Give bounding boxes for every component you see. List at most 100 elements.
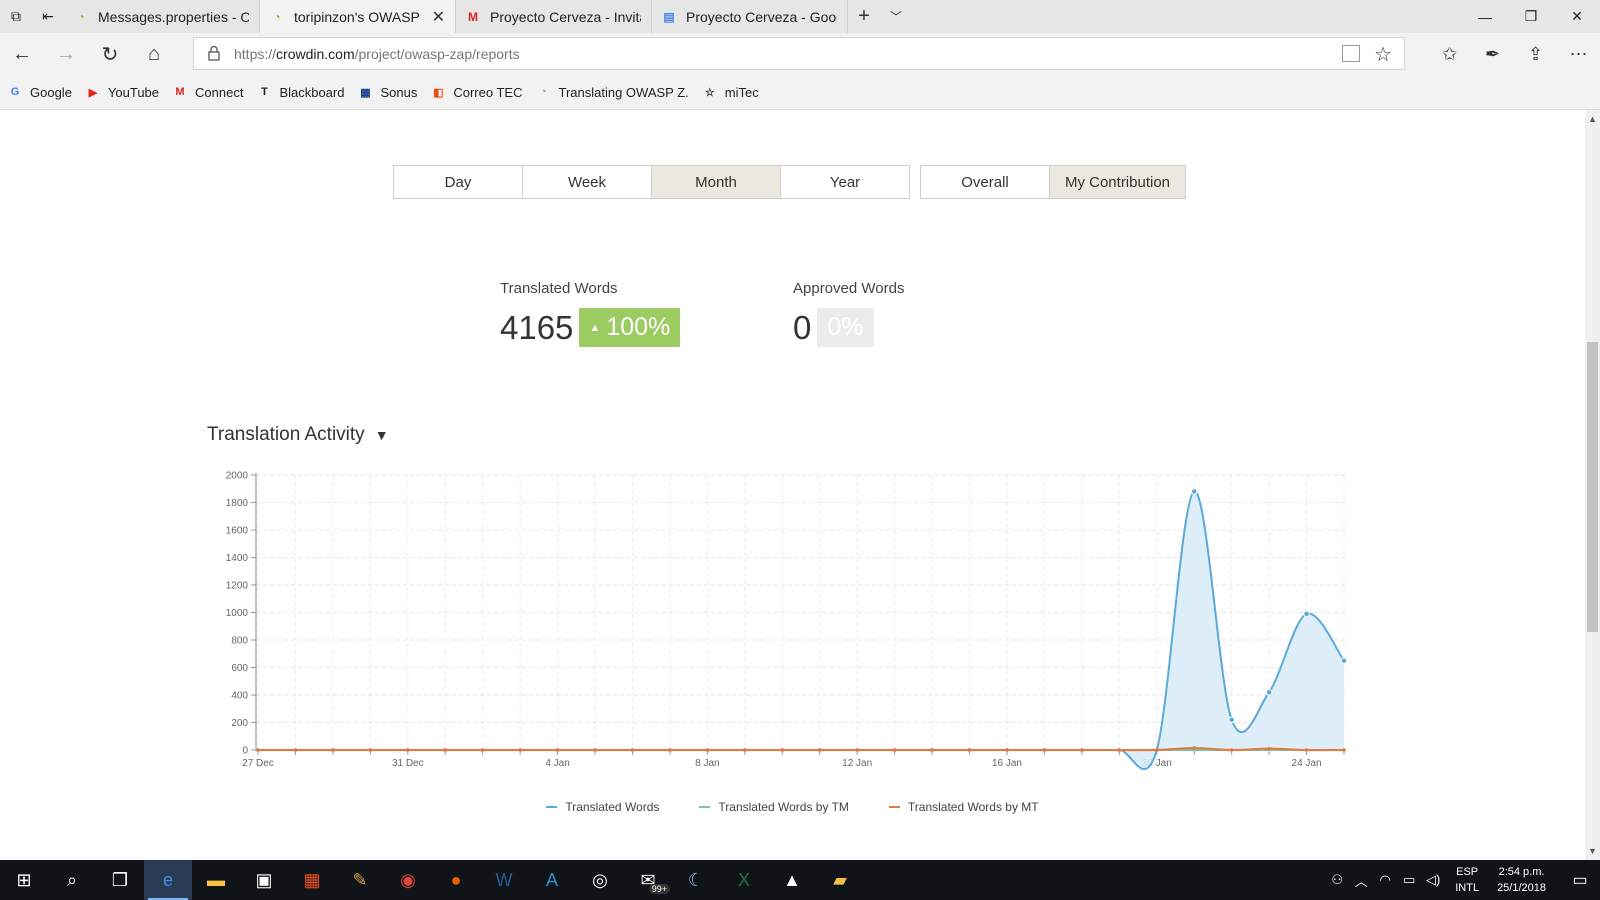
scrollbar-thumb[interactable] bbox=[1587, 342, 1598, 632]
address-bar[interactable]: https://crowdin.com/project/owasp-zap/re… bbox=[193, 37, 1405, 70]
file-explorer-icon[interactable]: ▬ bbox=[192, 860, 240, 900]
legend-label: Translated Words bbox=[565, 800, 660, 814]
scroll-down-icon[interactable]: ▼ bbox=[1588, 846, 1597, 856]
favorite-label: Google bbox=[30, 84, 72, 100]
youtube-icon: ▶ bbox=[88, 86, 98, 99]
close-tab-icon[interactable]: ✕ bbox=[432, 7, 445, 27]
translated-words-by-mt-point bbox=[293, 748, 298, 752]
people-icon[interactable]: ⚇ bbox=[1325, 872, 1349, 888]
favorites-bar: G Google ▶ YouTube M Connect T Blackboard ▦ Sonus… bbox=[0, 75, 1600, 110]
close-window-icon[interactable]: ✕ bbox=[1554, 0, 1600, 33]
paint-icon[interactable]: ✎ bbox=[336, 860, 384, 900]
translated-words-by-mt-point bbox=[1229, 748, 1234, 752]
mail-icon[interactable]: ✉ 99+ bbox=[624, 860, 672, 900]
legend-item[interactable]: Translated Words by MT bbox=[888, 800, 1039, 814]
refresh-icon[interactable]: ↻ bbox=[88, 33, 132, 75]
scope-button[interactable]: My Contribution bbox=[1049, 165, 1186, 199]
translated-words-by-mt-point bbox=[480, 748, 485, 752]
legend-item[interactable]: Translated Words by TM bbox=[699, 800, 849, 814]
task-view-icon[interactable]: ❐ bbox=[96, 860, 144, 900]
scope-button[interactable]: Overall bbox=[920, 165, 1050, 199]
favorite-item[interactable]: ☆ miTec bbox=[703, 85, 759, 100]
x-tick-label: 12 Jan bbox=[842, 758, 872, 769]
favorite-item[interactable]: ◧ Correo TEC bbox=[431, 85, 522, 100]
browser-tab[interactable]: ◔ Messages.properties - OWA bbox=[64, 0, 260, 33]
x-tick-label: 27 Dec bbox=[242, 758, 274, 769]
favorite-label: Blackboard bbox=[279, 84, 345, 100]
scroll-up-icon[interactable]: ▲ bbox=[1588, 114, 1597, 124]
favorite-item[interactable]: M Connect bbox=[173, 85, 243, 100]
translated-words-point bbox=[1340, 657, 1348, 664]
translated-words-by-mt-point bbox=[555, 748, 560, 752]
media-icon[interactable]: ◎ bbox=[576, 860, 624, 900]
period-button[interactable]: Month bbox=[651, 165, 781, 199]
forward-icon[interactable]: → bbox=[44, 33, 88, 75]
office-icon[interactable]: ▦ bbox=[288, 860, 336, 900]
wifi-icon[interactable]: ◠ bbox=[1373, 872, 1397, 888]
favorite-item[interactable]: ▶ YouTube bbox=[86, 85, 159, 100]
action-center-icon[interactable]: ▭ bbox=[1560, 870, 1600, 890]
crowdin-icon: ◔ bbox=[77, 9, 85, 24]
edge-legacy-icon[interactable]: ☾ bbox=[672, 860, 720, 900]
favorite-item[interactable]: G Google bbox=[8, 85, 72, 100]
input-language[interactable]: ESP INTL bbox=[1455, 864, 1479, 896]
approved-words-label: Approved Words bbox=[793, 280, 905, 297]
set-aside-tabs-icon[interactable]: ⇤ bbox=[32, 0, 64, 33]
arduino-icon[interactable]: A bbox=[528, 860, 576, 900]
folder-icon[interactable]: ▰ bbox=[816, 860, 864, 900]
photos-icon[interactable]: ▲ bbox=[768, 860, 816, 900]
battery-icon[interactable]: ▭ bbox=[1397, 872, 1421, 888]
chart-svg: 0 200 400 600 800 1000 1200 1400 1600 1800 2000 27 … bbox=[226, 471, 1348, 771]
excel-icon[interactable]: X bbox=[720, 860, 768, 900]
y-tick-label: 2000 bbox=[226, 471, 249, 482]
google-docs-icon: ▤ bbox=[663, 9, 675, 24]
translation-activity-dropdown[interactable]: Translation Activity ▼ bbox=[207, 424, 389, 446]
new-tab-button[interactable]: + bbox=[848, 0, 880, 33]
y-tick-label: 800 bbox=[231, 636, 248, 647]
period-button[interactable]: Year bbox=[780, 165, 910, 199]
period-button[interactable]: Day bbox=[393, 165, 523, 199]
reading-view-icon[interactable] bbox=[1342, 45, 1360, 62]
x-tick-label: 24 Jan bbox=[1292, 758, 1322, 769]
tab-actions-icon[interactable]: ⧉ bbox=[0, 0, 32, 33]
firefox-icon[interactable]: ● bbox=[432, 860, 480, 900]
edge-icon[interactable]: e bbox=[144, 860, 192, 900]
favorite-item[interactable]: T Blackboard bbox=[257, 85, 344, 100]
x-tick-label: 8 Jan bbox=[695, 758, 719, 769]
show-hidden-icons-icon[interactable]: ︿ bbox=[1349, 871, 1373, 890]
more-menu-icon[interactable]: ⋯ bbox=[1557, 33, 1600, 75]
chart-legend: Translated Words Translated Words by TM Tr… bbox=[0, 800, 1585, 814]
search-icon[interactable]: ⌕ bbox=[48, 860, 96, 900]
period-button[interactable]: Week bbox=[522, 165, 652, 199]
clock[interactable]: 2:54 p.m. 25/1/2018 bbox=[1497, 864, 1546, 896]
browser-tab[interactable]: M Proyecto Cerveza - Invitatio bbox=[456, 0, 652, 33]
browser-tab[interactable]: ▤ Proyecto Cerveza - Google bbox=[652, 0, 848, 33]
scope-selector: Overall My Contribution bbox=[920, 165, 1186, 199]
web-note-icon[interactable]: ✒ bbox=[1471, 33, 1514, 75]
tab-preview-chevron-icon[interactable]: ﹀ bbox=[880, 0, 912, 33]
favorite-item[interactable]: ▦ Sonus bbox=[358, 85, 417, 100]
favorite-star-icon[interactable]: ☆ bbox=[1374, 42, 1392, 67]
volume-icon[interactable]: ◁) bbox=[1421, 872, 1445, 888]
chrome-icon[interactable]: ◉ bbox=[384, 860, 432, 900]
favorites-hub-icon[interactable]: ✩ bbox=[1428, 33, 1471, 75]
translated-words-by-mt-point bbox=[1304, 748, 1309, 752]
word-icon[interactable]: W bbox=[480, 860, 528, 900]
store-icon[interactable]: ▣ bbox=[240, 860, 288, 900]
legend-item[interactable]: Translated Words bbox=[546, 800, 659, 814]
browser-tab[interactable]: ◔ toripinzon's OWASP ZA ✕ bbox=[260, 0, 456, 33]
back-icon[interactable]: ← bbox=[0, 33, 44, 75]
share-icon[interactable]: ⇪ bbox=[1514, 33, 1557, 75]
clock-date: 25/1/2018 bbox=[1497, 882, 1546, 894]
favorite-item[interactable]: ◔ Translating OWASP Z. bbox=[536, 85, 689, 100]
gmail-icon: M bbox=[468, 9, 478, 24]
favorite-label: miTec bbox=[724, 84, 759, 100]
start-icon[interactable]: ⊞ bbox=[0, 860, 48, 900]
page-scrollbar[interactable]: ▲ ▼ bbox=[1585, 110, 1600, 860]
y-tick-label: 0 bbox=[242, 746, 248, 757]
home-icon[interactable]: ⌂ bbox=[132, 33, 176, 75]
translated-words-by-mt-point bbox=[368, 748, 373, 752]
restore-icon[interactable]: ❐ bbox=[1508, 0, 1554, 33]
translated-words-point bbox=[1190, 488, 1198, 495]
minimize-icon[interactable]: — bbox=[1462, 0, 1508, 33]
